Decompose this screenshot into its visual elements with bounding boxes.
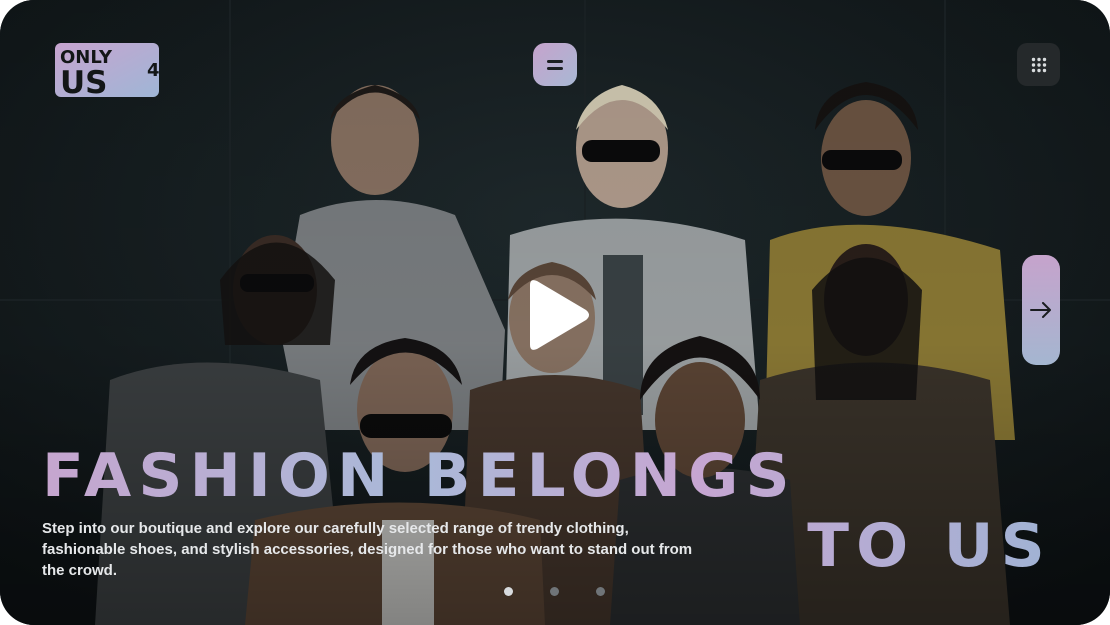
next-slide-button[interactable]	[1022, 255, 1060, 365]
svg-text:US: US	[60, 65, 108, 100]
carousel-dot-2[interactable]	[550, 587, 559, 596]
brand-logo[interactable]: ONLY US 4	[54, 42, 170, 100]
hero-description: Step into our boutique and explore our c…	[42, 520, 693, 579]
play-video-button[interactable]	[520, 278, 592, 352]
carousel-indicators	[504, 587, 605, 596]
carousel-dot-1[interactable]	[504, 587, 513, 596]
hero-banner: ONLY US 4 FASHION BELONGS TO US Step int…	[0, 0, 1110, 625]
menu-button[interactable]	[533, 43, 577, 86]
grid-dots-icon	[1031, 57, 1046, 72]
apps-menu-button[interactable]	[1017, 43, 1060, 86]
carousel-dot-3[interactable]	[596, 587, 605, 596]
equals-icon	[547, 59, 563, 70]
headline-line-1: FASHION BELONGS	[42, 441, 797, 511]
arrow-right-icon	[1030, 302, 1051, 318]
play-icon	[530, 280, 589, 350]
svg-text:4: 4	[147, 60, 160, 81]
